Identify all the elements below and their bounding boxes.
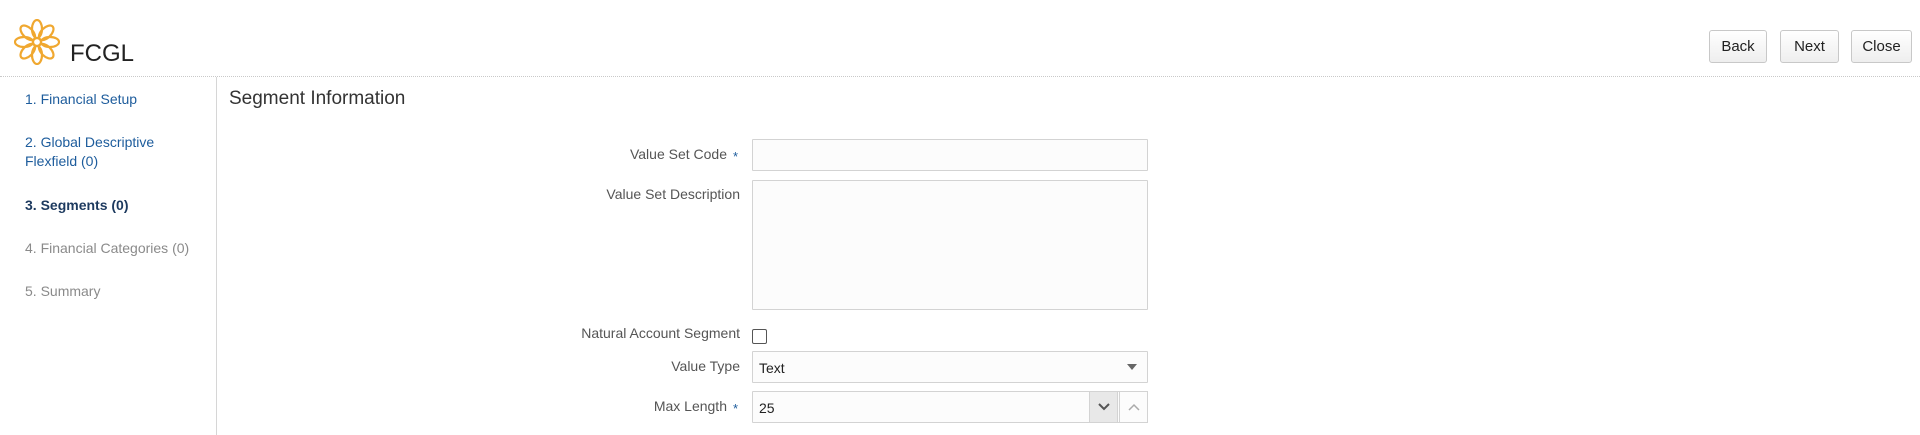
natural-account-segment-label: Natural Account Segment <box>581 325 740 341</box>
natural-account-segment-checkbox[interactable] <box>752 329 767 344</box>
value-set-code-label: Value Set Code <box>629 146 727 162</box>
flower-logo-icon <box>14 19 60 65</box>
chevron-up-icon <box>1127 403 1140 411</box>
required-marker: * <box>733 401 739 416</box>
value-type-label: Value Type <box>671 358 740 374</box>
required-marker: * <box>733 149 739 164</box>
max-length-input[interactable]: 25 <box>752 391 1148 423</box>
value-set-description-label: Value Set Description <box>606 186 740 202</box>
chevron-down-icon <box>1097 403 1110 411</box>
train-step-global-descriptive-flexfield[interactable]: 2. Global Descriptive Flexfield (0) <box>25 133 154 171</box>
train-navigation: 1. Financial Setup 2. Global Descriptive… <box>0 77 217 435</box>
app-title: FCGL <box>70 40 135 67</box>
train-step-label: 2. Global Descriptive <box>25 134 155 150</box>
train-step-label-line2: Flexfield (0) <box>25 153 99 169</box>
max-length-label: Max Length <box>653 398 727 414</box>
back-button[interactable]: Back <box>1709 30 1767 63</box>
train-step-segments[interactable]: 3. Segments (0) <box>25 196 128 215</box>
next-button[interactable]: Next <box>1780 30 1839 63</box>
max-length-value: 25 <box>759 400 775 416</box>
value-type-selected: Text <box>759 360 785 376</box>
increment-button[interactable] <box>1119 391 1148 423</box>
decrement-button[interactable] <box>1089 391 1118 423</box>
section-title: Segment Information <box>229 88 406 109</box>
train-step-financial-categories: 4. Financial Categories (0) <box>25 240 190 256</box>
value-set-code-input[interactable] <box>752 139 1148 171</box>
value-type-select[interactable]: Text <box>752 351 1148 383</box>
train-step-summary: 5. Summary <box>25 283 101 299</box>
dropdown-arrow-icon <box>1127 364 1137 370</box>
close-button[interactable]: Close <box>1851 30 1912 63</box>
page-header: FCGL Back Next Close <box>0 0 1920 77</box>
value-set-description-textarea[interactable] <box>752 180 1148 310</box>
train-step-financial-setup[interactable]: 1. Financial Setup <box>25 90 137 109</box>
